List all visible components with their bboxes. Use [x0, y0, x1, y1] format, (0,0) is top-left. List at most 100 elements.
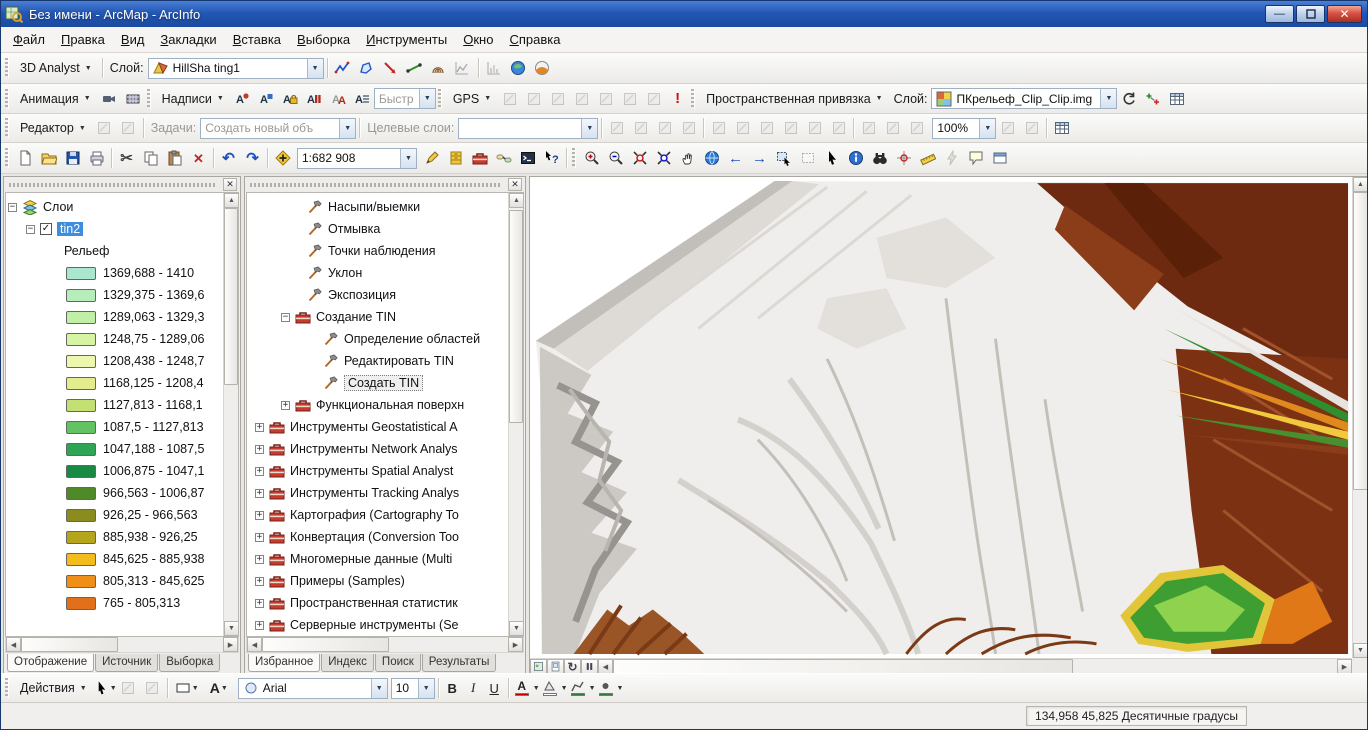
map-cache-zoom-icon[interactable] — [996, 117, 1019, 139]
copy-icon[interactable] — [139, 147, 162, 169]
viewer-window-icon[interactable] — [988, 147, 1011, 169]
pause-drawing-button[interactable] — [581, 659, 598, 674]
layer-name-label[interactable]: tin2 — [57, 222, 83, 236]
tree-collapse-icon[interactable]: − — [26, 225, 35, 234]
panel-grip[interactable] — [9, 183, 217, 187]
previous-extent-icon[interactable]: ← — [724, 147, 747, 169]
toolbox-horizontal-scrollbar[interactable]: ◀ ▶ — [246, 637, 524, 653]
scrollbar-track[interactable] — [224, 385, 238, 621]
map-vertical-scrollbar[interactable]: ▲ ▼ — [1352, 177, 1368, 658]
add-control-points-icon[interactable] — [1141, 88, 1164, 110]
layer-row[interactable]: −✓tin2 — [8, 218, 222, 240]
whats-this-icon[interactable]: ? — [540, 147, 563, 169]
arcscene-icon[interactable] — [531, 57, 554, 79]
toolbox-close-icon[interactable]: ✕ — [508, 178, 522, 191]
tree-expand-icon[interactable]: + — [281, 401, 290, 410]
legend-item[interactable]: 1087,5 - 1127,813 — [8, 416, 222, 438]
legend-item[interactable]: 1208,438 - 1248,7 — [8, 350, 222, 372]
find-icon[interactable] — [868, 147, 891, 169]
bold-button[interactable]: B — [442, 678, 463, 699]
gps-setup-icon[interactable] — [522, 88, 545, 110]
buffer-feature-icon[interactable] — [827, 117, 850, 139]
toolbox-tree-item[interactable]: +Пространственная статистик — [249, 592, 507, 614]
text-tool-button[interactable]: A▼ — [203, 677, 235, 699]
tab-results[interactable]: Результаты — [422, 654, 497, 672]
legend-item[interactable]: 885,938 - 926,25 — [8, 526, 222, 548]
map-canvas[interactable] — [530, 177, 1352, 658]
menu-bookmarks[interactable]: Закладки — [152, 29, 224, 50]
python-window-icon[interactable] — [516, 147, 539, 169]
scroll-up-icon[interactable]: ▲ — [509, 193, 524, 208]
topology-edit-icon[interactable] — [905, 117, 928, 139]
line-color-button[interactable] — [568, 677, 588, 699]
attribute-table-icon[interactable] — [1050, 117, 1073, 139]
legend-item[interactable]: 966,563 - 1006,87 — [8, 482, 222, 504]
toolbox-tree-item[interactable]: Отмывка — [249, 218, 507, 240]
toolbox-tree-item[interactable]: +Инструменты Tracking Analys — [249, 482, 507, 504]
pan-icon[interactable] — [676, 147, 699, 169]
draw-menu-button[interactable]: Действия▼ — [13, 678, 94, 698]
underline-button[interactable]: U — [484, 678, 505, 699]
tab-favorites[interactable]: Избранное — [248, 654, 320, 672]
area-volume-icon[interactable] — [483, 57, 506, 79]
scroll-left-icon[interactable]: ◀ — [247, 637, 262, 652]
tree-expand-icon[interactable]: + — [255, 511, 264, 520]
map-scale-combo[interactable]: 1:682 908 ▼ — [297, 148, 417, 169]
go-to-xy-icon[interactable] — [892, 147, 915, 169]
tab-search[interactable]: Поиск — [375, 654, 421, 672]
toolbox-tree-item[interactable]: +Инструменты Network Analys — [249, 438, 507, 460]
gps-streaming-icon[interactable] — [642, 88, 665, 110]
menu-edit[interactable]: Правка — [53, 29, 113, 50]
toolbar-grip[interactable] — [572, 148, 576, 168]
target-layers-combo[interactable]: ▼ — [458, 118, 598, 139]
rotate-georef-icon[interactable] — [1117, 88, 1140, 110]
legend-item[interactable]: 1329,375 - 1369,6 — [8, 284, 222, 306]
legend-item[interactable]: 1127,813 - 1168,1 — [8, 394, 222, 416]
tab-display[interactable]: Отображение — [7, 654, 94, 672]
toc-close-icon[interactable]: ✕ — [223, 178, 237, 191]
fixed-zoom-out-icon[interactable] — [652, 147, 675, 169]
tab-index[interactable]: Индекс — [321, 654, 374, 672]
modelbuilder-icon[interactable] — [492, 147, 515, 169]
toolbox-tree-item[interactable]: Точки наблюдения — [249, 240, 507, 262]
reshape-feature-icon[interactable] — [755, 117, 778, 139]
minimize-button[interactable]: — — [1265, 5, 1294, 23]
zoom-out-icon[interactable] — [604, 147, 627, 169]
fill-color-button[interactable] — [540, 677, 560, 699]
label-weight-ranking-icon[interactable]: A — [255, 88, 278, 110]
font-size-combo[interactable]: 10 ▼ — [391, 678, 435, 699]
contour-tool-icon[interactable] — [427, 57, 450, 79]
legend-item[interactable]: 1047,188 - 1087,5 — [8, 438, 222, 460]
view-link-table-icon[interactable] — [1165, 88, 1188, 110]
3d-analyst-menu-button[interactable]: 3D Analyst▼ — [13, 58, 99, 78]
legend-item[interactable]: 926,25 - 966,563 — [8, 504, 222, 526]
save-icon[interactable] — [61, 147, 84, 169]
scroll-up-icon[interactable]: ▲ — [1353, 177, 1368, 192]
legend-item[interactable]: 1168,125 - 1208,4 — [8, 372, 222, 394]
scroll-down-icon[interactable]: ▼ — [224, 621, 239, 636]
scrollbar-thumb[interactable] — [509, 210, 523, 423]
arccatalog-icon[interactable] — [444, 147, 467, 169]
select-features-icon[interactable] — [772, 147, 795, 169]
scrollbar-track[interactable] — [389, 637, 508, 652]
toolbox-tree-item[interactable]: Экспозиция — [249, 284, 507, 306]
scrollbar-track[interactable] — [118, 637, 223, 652]
toc-root-row[interactable]: −Слои — [8, 196, 222, 218]
tree-expand-icon[interactable]: + — [255, 599, 264, 608]
rotate-tool-icon[interactable] — [629, 117, 652, 139]
delete-icon[interactable]: ✕ — [187, 147, 210, 169]
legend-item[interactable]: 765 - 805,313 — [8, 592, 222, 614]
scrollbar-track[interactable] — [509, 423, 523, 621]
menu-insert[interactable]: Вставка — [225, 29, 289, 50]
scroll-up-icon[interactable]: ▲ — [224, 193, 239, 208]
tree-expand-icon[interactable]: + — [255, 555, 264, 564]
redo-icon[interactable]: ↷ — [241, 147, 264, 169]
scrollbar-thumb[interactable] — [613, 659, 1073, 674]
scrollbar-thumb[interactable] — [224, 208, 238, 385]
toolbox-tree-item[interactable]: Определение областей — [249, 328, 507, 350]
print-icon[interactable] — [85, 147, 108, 169]
full-extent-icon[interactable] — [700, 147, 723, 169]
toolbar-grip[interactable] — [691, 89, 695, 109]
scroll-left-icon[interactable]: ◀ — [598, 659, 613, 674]
split-tool-icon[interactable] — [605, 117, 628, 139]
